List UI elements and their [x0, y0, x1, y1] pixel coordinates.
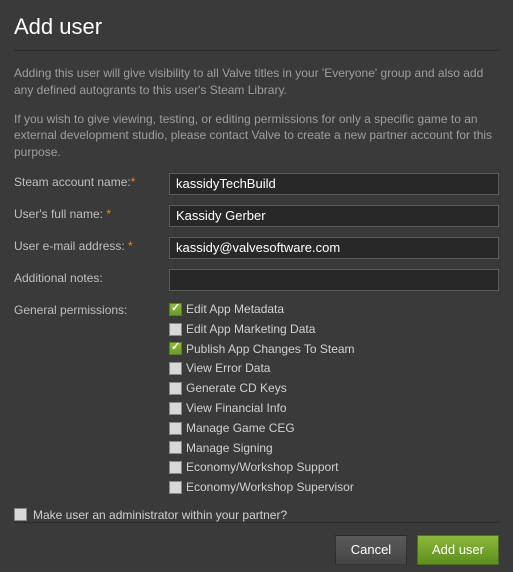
permission-label: Manage Game CEG — [186, 420, 295, 437]
label-notes: Additional notes: — [14, 269, 169, 285]
permission-label: Economy/Workshop Supervisor — [186, 479, 354, 496]
admin-row: Make user an administrator within your p… — [14, 508, 499, 522]
permission-row: Generate CD Keys — [169, 380, 499, 397]
email-input[interactable] — [169, 237, 499, 259]
permission-label: Generate CD Keys — [186, 380, 287, 397]
permission-checkbox[interactable] — [169, 441, 182, 454]
permission-label: View Financial Info — [186, 400, 287, 417]
label-fullname: User's full name: * — [14, 205, 169, 221]
permission-label: Manage Signing — [186, 440, 273, 457]
permission-checkbox[interactable] — [169, 461, 182, 474]
add-user-button[interactable]: Add user — [417, 535, 499, 565]
permission-checkbox[interactable] — [169, 303, 182, 316]
permission-label: Publish App Changes To Steam — [186, 341, 355, 358]
permission-checkbox[interactable] — [169, 342, 182, 355]
permission-label: Economy/Workshop Support — [186, 459, 339, 476]
permission-label: Edit App Marketing Data — [186, 321, 315, 338]
permission-label: Edit App Metadata — [186, 301, 284, 318]
permission-checkbox[interactable] — [169, 362, 182, 375]
permission-checkbox[interactable] — [169, 481, 182, 494]
label-account: Steam account name:* — [14, 173, 169, 189]
label-email-text: User e-mail address: — [14, 239, 128, 253]
add-user-dialog: Add user Adding this user will give visi… — [0, 0, 513, 572]
permissions-list: Edit App Metadata Edit App Marketing Data… — [169, 301, 499, 496]
form: Steam account name:* User's full name: *… — [14, 173, 499, 522]
notes-input[interactable] — [169, 269, 499, 291]
required-mark: * — [131, 175, 136, 189]
steam-account-input[interactable] — [169, 173, 499, 195]
permission-checkbox[interactable] — [169, 422, 182, 435]
permission-label: View Error Data — [186, 360, 270, 377]
permission-row: Manage Game CEG — [169, 420, 499, 437]
intro-text-2: If you wish to give viewing, testing, or… — [14, 111, 499, 161]
permission-row: Edit App Marketing Data — [169, 321, 499, 338]
permission-checkbox[interactable] — [169, 382, 182, 395]
label-fullname-text: User's full name: — [14, 207, 106, 221]
required-mark: * — [128, 239, 133, 253]
admin-checkbox[interactable] — [14, 508, 27, 521]
dialog-footer: Cancel Add user — [14, 522, 499, 565]
permission-checkbox[interactable] — [169, 402, 182, 415]
label-email: User e-mail address: * — [14, 237, 169, 253]
admin-label: Make user an administrator within your p… — [33, 508, 287, 522]
cancel-button[interactable]: Cancel — [335, 535, 407, 565]
permission-row: Edit App Metadata — [169, 301, 499, 318]
dialog-title: Add user — [14, 14, 499, 51]
full-name-input[interactable] — [169, 205, 499, 227]
permission-checkbox[interactable] — [169, 323, 182, 336]
permission-row: Economy/Workshop Support — [169, 459, 499, 476]
label-account-text: Steam account name: — [14, 175, 131, 189]
permission-row: View Error Data — [169, 360, 499, 377]
required-mark: * — [106, 207, 111, 221]
permission-row: Economy/Workshop Supervisor — [169, 479, 499, 496]
label-permissions: General permissions: — [14, 301, 169, 317]
permission-row: View Financial Info — [169, 400, 499, 417]
permission-row: Publish App Changes To Steam — [169, 341, 499, 358]
permission-row: Manage Signing — [169, 440, 499, 457]
intro-text-1: Adding this user will give visibility to… — [14, 65, 499, 99]
